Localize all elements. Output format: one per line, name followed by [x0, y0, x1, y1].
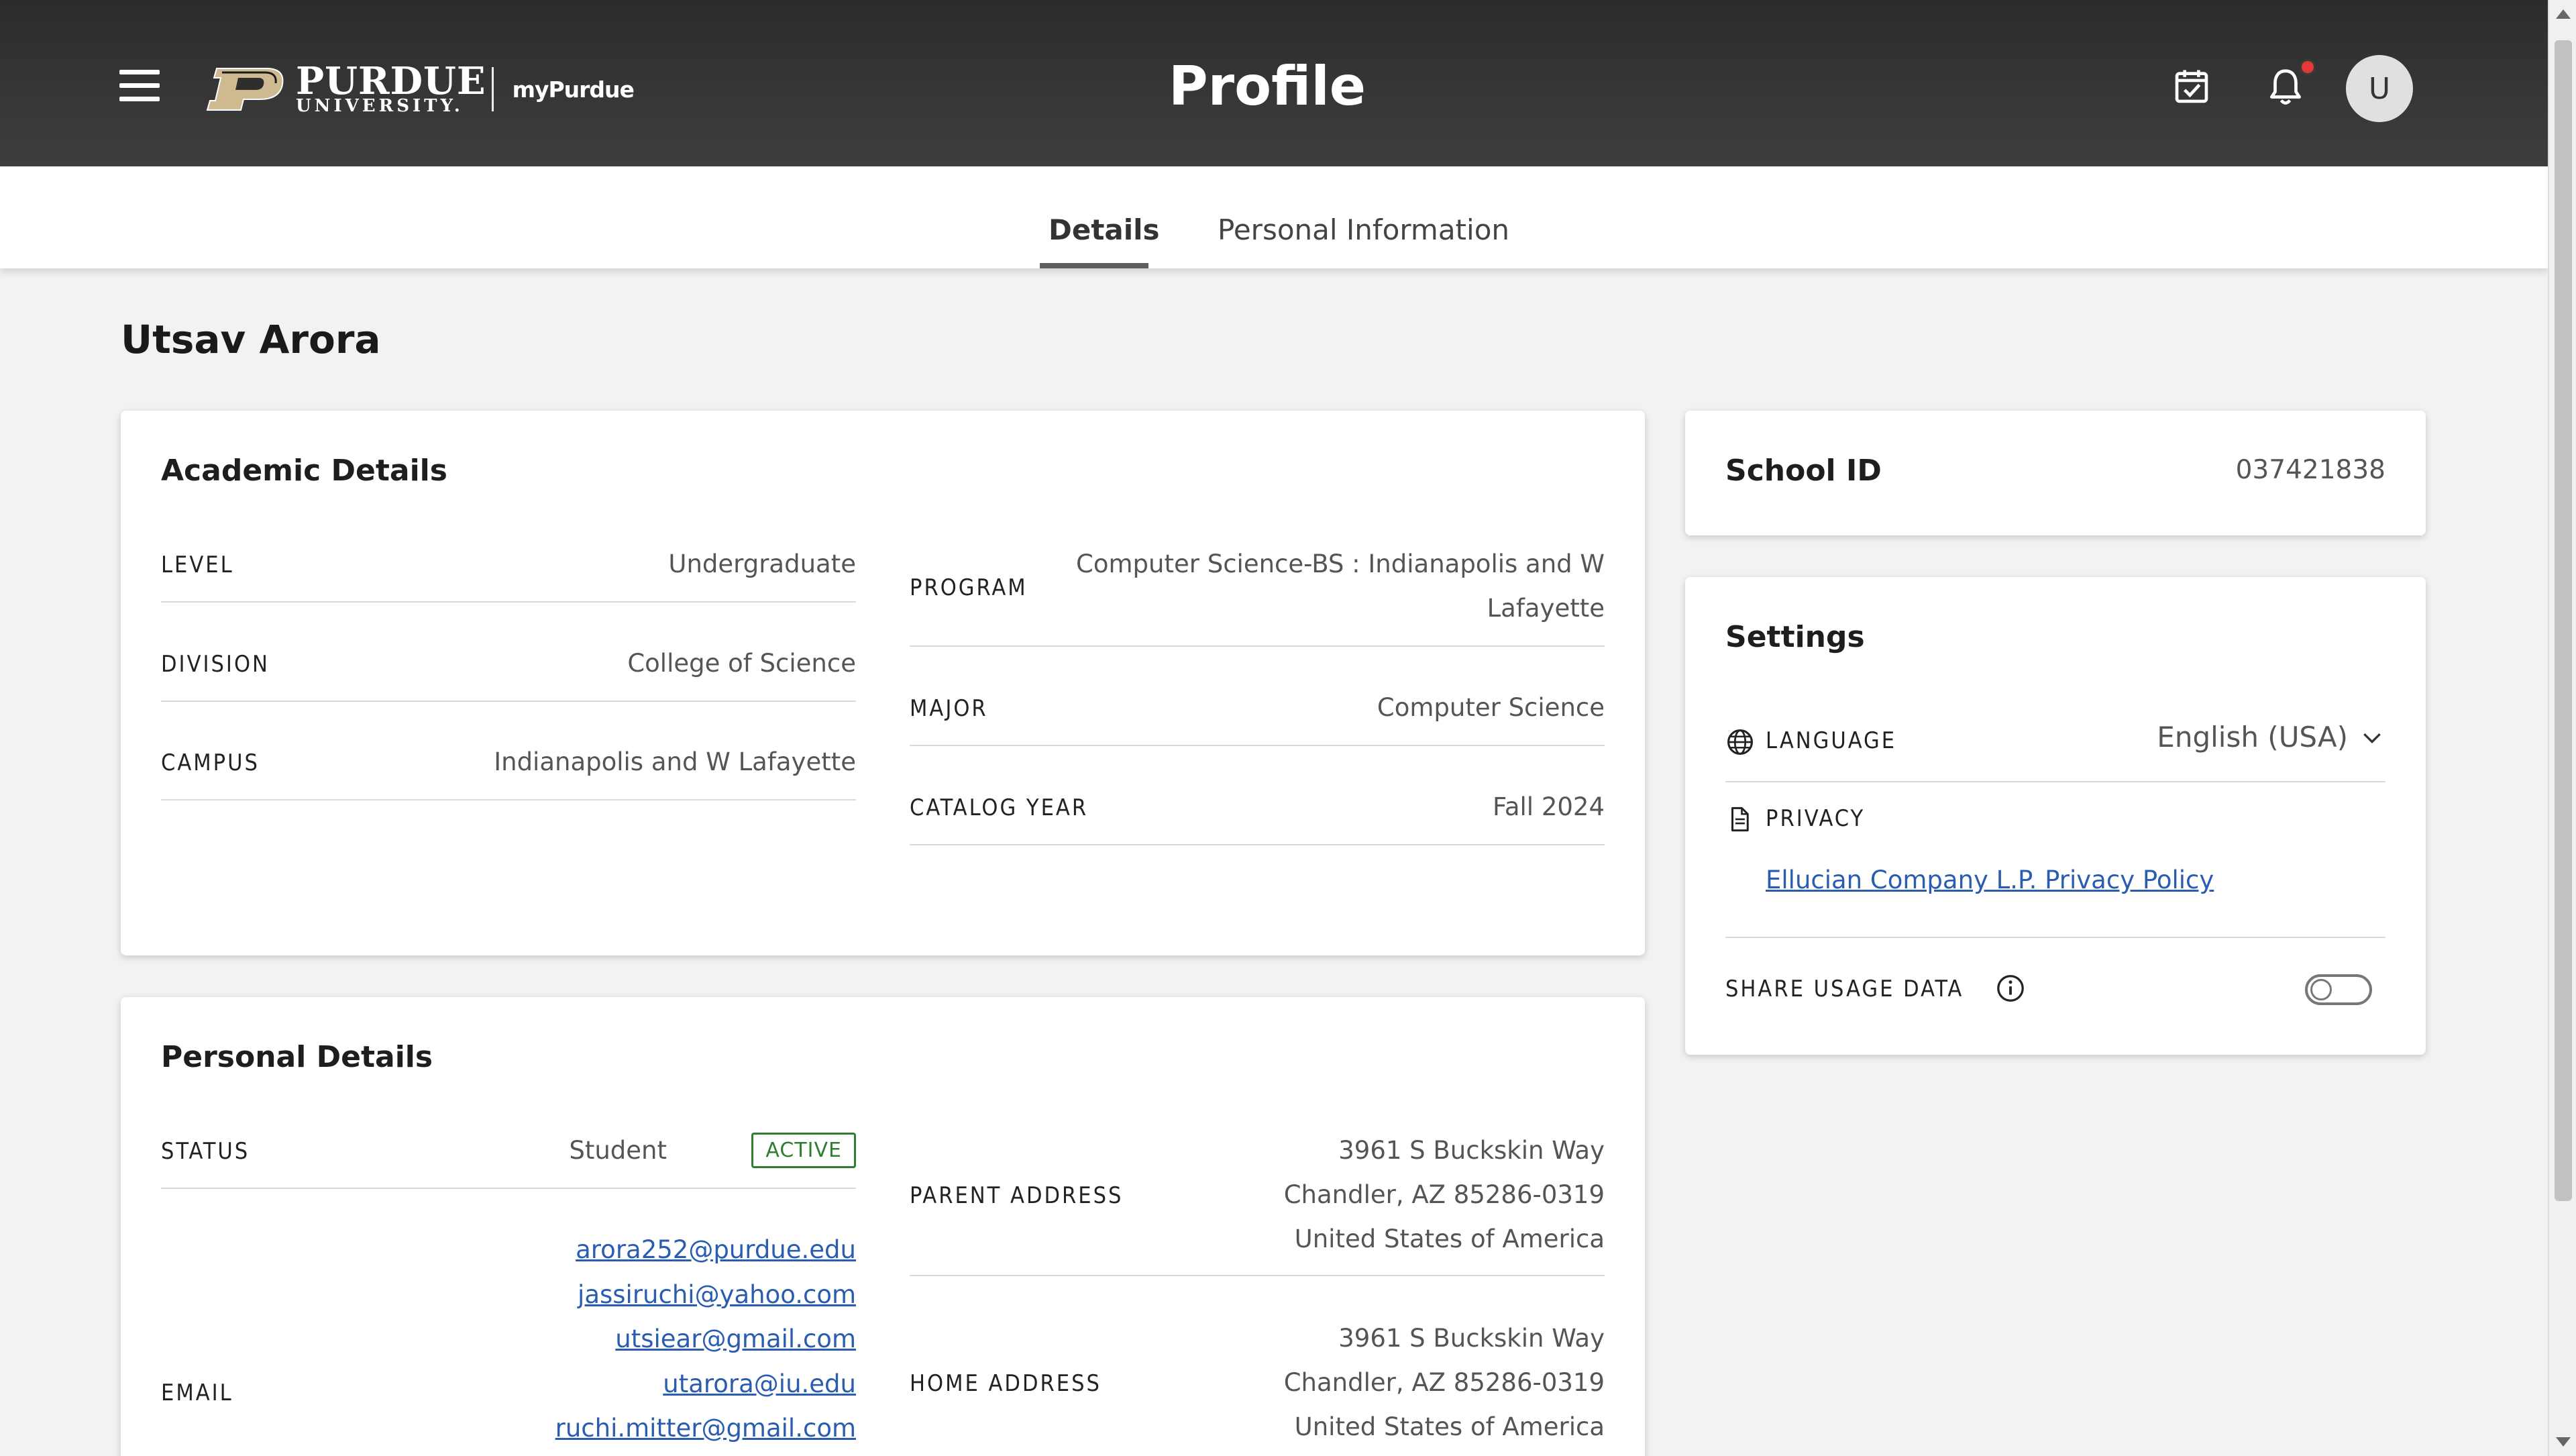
scroll-up-arrow-icon[interactable] — [2556, 9, 2571, 19]
card-title: Academic Details — [161, 454, 447, 488]
bell-icon[interactable] — [2265, 66, 2306, 107]
privacy-row: PRIVACY Ellucian Company L.P. Privacy Po… — [1725, 796, 2385, 938]
app-header: PURDUE UNIVERSITY. myPurdue Profile U — [0, 0, 2548, 166]
field-value: Computer Science — [1377, 693, 1605, 722]
detail-row-status: STATUS Student ACTIVE — [161, 1125, 856, 1189]
field-label: PARENT ADDRESS — [910, 1182, 1124, 1209]
page-scrollbar[interactable] — [2548, 0, 2576, 1456]
calendar-check-icon[interactable] — [2171, 66, 2212, 107]
field-value: Indianapolis and W Lafayette — [494, 747, 856, 776]
address-value: 3961 S Buckskin Way Chandler, AZ 85286-0… — [1283, 1136, 1605, 1253]
share-usage-toggle[interactable] — [2305, 974, 2372, 1005]
email-link[interactable]: ruchi.mitter@gmail.com — [555, 1414, 856, 1443]
status-badge: ACTIVE — [751, 1133, 856, 1168]
scroll-down-arrow-icon[interactable] — [2556, 1437, 2571, 1447]
settings-card: Settings LANGUAGE English (USA) PRIVACY … — [1685, 577, 2426, 1055]
share-usage-label: SHARE USAGE DATA — [1725, 976, 1964, 1002]
field-label: DIVISION — [161, 651, 270, 678]
field-label: HOME ADDRESS — [910, 1370, 1102, 1397]
school-id-value: 037421838 — [2235, 455, 2385, 485]
avatar[interactable]: U — [2346, 55, 2413, 122]
detail-row-division: DIVISION College of Science — [161, 637, 856, 702]
privacy-policy-link[interactable]: Ellucian Company L.P. Privacy Policy — [1766, 866, 2214, 894]
detail-row-major: MAJOR Computer Science — [910, 682, 1605, 746]
detail-row-campus: CAMPUS Indianapolis and W Lafayette — [161, 736, 856, 800]
school-id-card: School ID 037421838 — [1685, 411, 2426, 535]
detail-row-level: LEVEL Undergraduate — [161, 538, 856, 603]
tab-details[interactable]: Details — [1049, 213, 1160, 246]
field-label: PROGRAM — [910, 574, 1028, 601]
language-select[interactable]: English (USA) — [2157, 721, 2385, 753]
detail-row-catalog-year: CATALOG YEAR Fall 2024 — [910, 781, 1605, 845]
academic-details-card: Academic Details LEVEL Undergraduate DIV… — [121, 411, 1645, 955]
field-label: STATUS — [161, 1138, 250, 1165]
status-value: Student — [569, 1136, 667, 1165]
language-row: LANGUAGE English (USA) — [1725, 711, 2385, 782]
email-link[interactable]: utarora@iu.edu — [663, 1369, 856, 1398]
tab-bar: Details Personal Information — [0, 166, 2548, 268]
field-label: CATALOG YEAR — [910, 794, 1089, 821]
field-label: EMAIL — [161, 1380, 233, 1406]
document-icon — [1731, 807, 1749, 832]
privacy-label: PRIVACY — [1766, 805, 1866, 832]
tab-personal-information[interactable]: Personal Information — [1218, 213, 1509, 246]
email-list: arora252@purdue.edu jassiruchi@yahoo.com… — [555, 1228, 856, 1451]
personal-details-card: Personal Details STATUS Student ACTIVE E… — [121, 997, 1645, 1456]
email-link[interactable]: arora252@purdue.edu — [576, 1235, 856, 1264]
field-value: Computer Science-BS : Indianapolis and W… — [1076, 550, 1605, 623]
address-value: 3961 S Buckskin Way Chandler, AZ 85286-0… — [1283, 1324, 1605, 1441]
language-label: LANGUAGE — [1766, 727, 1897, 754]
info-icon[interactable] — [1995, 973, 2026, 1004]
email-link[interactable]: jassiruchi@yahoo.com — [578, 1280, 856, 1309]
email-link[interactable]: utsiear@gmail.com — [615, 1324, 856, 1353]
chevron-down-icon — [2363, 733, 2381, 743]
school-id-label: School ID — [1725, 454, 1882, 488]
share-usage-row: SHARE USAGE DATA — [1725, 953, 2385, 1027]
notification-badge — [2300, 59, 2316, 75]
field-label: MAJOR — [910, 695, 988, 722]
field-label: LEVEL — [161, 552, 234, 578]
settings-title: Settings — [1725, 620, 1865, 654]
field-value: Fall 2024 — [1492, 792, 1605, 821]
detail-row-home-address: HOME ADDRESS 3961 S Buckskin Way Chandle… — [910, 1312, 1605, 1456]
card-title: Personal Details — [161, 1040, 433, 1074]
detail-row-parent-address: PARENT ADDRESS 3961 S Buckskin Way Chand… — [910, 1125, 1605, 1276]
scrollbar-thumb[interactable] — [2555, 40, 2572, 1201]
field-value: Undergraduate — [668, 550, 856, 578]
detail-row-program: PROGRAM Computer Science-BS : Indianapol… — [910, 538, 1605, 647]
language-value: English (USA) — [2157, 721, 2348, 753]
toggle-knob — [2310, 979, 2332, 1000]
user-name: Utsav Arora — [121, 317, 381, 362]
field-value: College of Science — [627, 649, 856, 678]
globe-icon — [1727, 729, 1753, 755]
detail-row-email: EMAIL arora252@purdue.edu jassiruchi@yah… — [161, 1224, 856, 1456]
page-title: Profile — [1168, 55, 1366, 117]
active-tab-indicator — [1040, 263, 1148, 268]
field-label: CAMPUS — [161, 749, 260, 776]
